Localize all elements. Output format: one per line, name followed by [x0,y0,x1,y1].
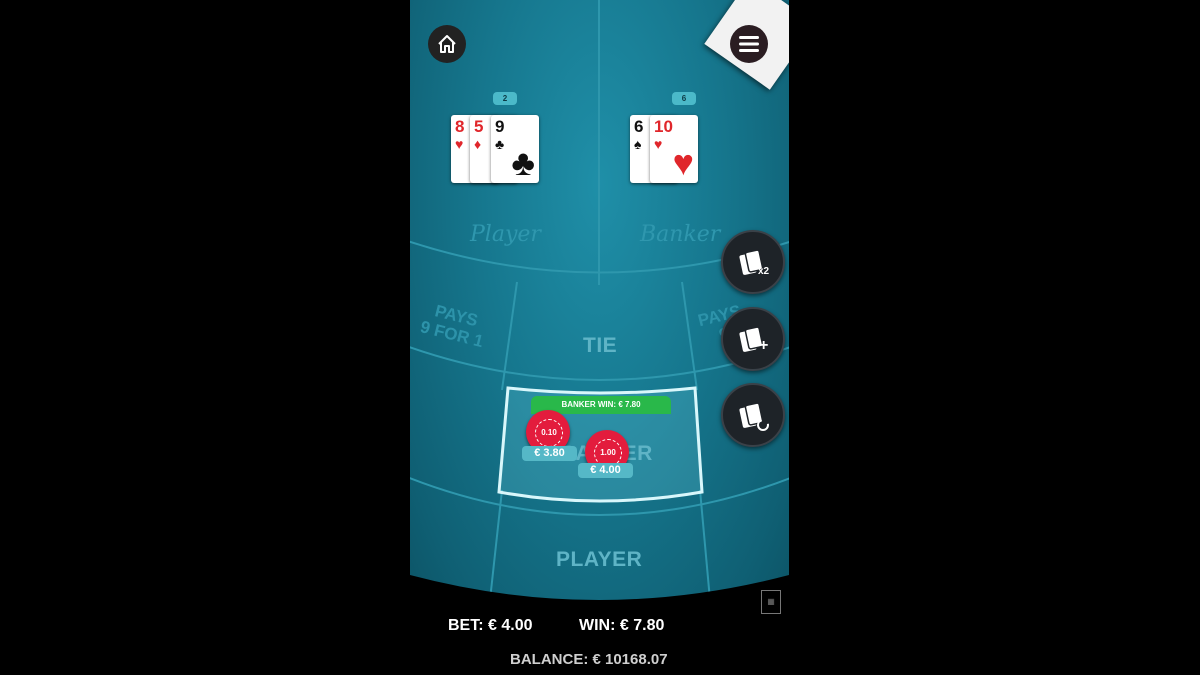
card-suit: ♦ [474,136,482,152]
game-stage: 2 6 8 ♥ 5 ♦ 9 ♣ ♣ 6 ♠ 10 ♥ ♥ Player Bank… [410,0,789,675]
card-rank: 6 [634,117,644,136]
player-card-3: 9 ♣ ♣ [491,115,539,183]
home-button[interactable] [428,25,466,63]
card-suit: ♥ [654,136,663,152]
chip-value: 0.10 [535,419,563,447]
banker-card-2: 10 ♥ ♥ [650,115,698,183]
card-suit-large: ♥ [672,142,694,183]
card-suit: ♠ [634,136,642,152]
cards-repeat-icon [739,402,769,431]
player-script-label: Player [470,222,541,247]
win-display: WIN: € 7.80 [579,617,665,634]
chip-amount-label: € 4.00 [578,463,633,478]
player-bet-area[interactable]: PLAYER [556,548,642,572]
home-icon [438,35,456,53]
double-label: x2 [758,266,770,277]
menu-button[interactable] [730,25,768,63]
banker-script-label: Banker [640,222,721,247]
add-label: + [759,337,769,354]
banker-score: 6 [672,92,696,105]
card-rank: 9 [495,117,505,136]
bet-display: BET: € 4.00 [448,617,533,634]
card-rank: 8 [455,117,465,136]
provider-logo: ▦ [761,590,781,614]
tie-bet-area[interactable]: TIE [583,334,617,358]
card-suit: ♣ [495,136,505,152]
card-suit-large: ♣ [511,142,535,183]
hamburger-icon [739,36,759,52]
chip-amount-label: € 3.80 [522,446,577,461]
rebet-button[interactable] [721,383,785,447]
card-rank: 10 [654,117,673,136]
card-rank: 5 [474,117,484,136]
card-suit: ♥ [455,136,464,152]
player-score: 2 [493,92,517,105]
balance-display: BALANCE: € 10168.07 [510,651,668,668]
double-bet-button[interactable]: x2 [721,230,785,294]
baccarat-table: 2 6 8 ♥ 5 ♦ 9 ♣ ♣ 6 ♠ 10 ♥ ♥ Player Bank… [410,0,789,612]
add-bet-button[interactable]: + [721,307,785,371]
